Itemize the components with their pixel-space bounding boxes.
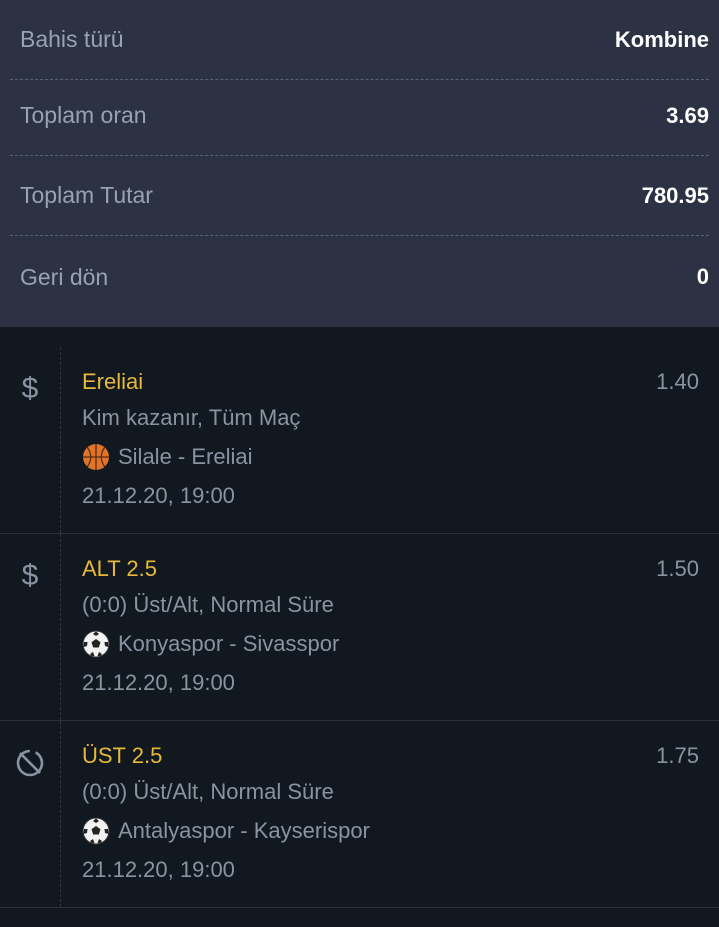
bet-type-row: Bahis türü Kombine (10, 0, 709, 80)
bet-status-column: $ (0, 347, 61, 533)
bet-match: Silale - Ereliai (82, 443, 253, 471)
football-icon (82, 817, 110, 845)
total-amount-value: 780.95 (641, 182, 709, 208)
dollar-icon: $ (21, 372, 39, 405)
total-amount-row: Toplam Tutar 780.95 (10, 156, 709, 236)
bet-date: 21.12.20, 19:00 (82, 857, 235, 882)
total-odds-row: Toplam oran 3.69 (10, 76, 709, 156)
bet-item[interactable]: $ Ereliai 1.40 Kim kazanır, Tüm Maç Sila… (0, 347, 719, 534)
bet-date: 21.12.20, 19:00 (82, 483, 235, 508)
bet-match-teams: Konyaspor - Sivasspor (118, 631, 340, 656)
bet-match-teams: Antalyaspor - Kayserispor (118, 818, 370, 843)
bet-odd: 1.50 (656, 556, 699, 581)
blocked-icon (16, 749, 44, 777)
return-row: Geri dön 0 (10, 237, 709, 317)
total-amount-label: Toplam Tutar (20, 182, 153, 208)
bet-match: Konyaspor - Sivasspor (82, 630, 339, 658)
bet-odd: 1.75 (656, 743, 699, 768)
return-value: 0 (696, 264, 709, 289)
bet-status-column: $ (0, 534, 61, 720)
bet-date: 21.12.20, 19:00 (82, 670, 235, 695)
total-odds-label: Toplam oran (20, 102, 147, 128)
bet-market: Kim kazanır, Tüm Maç (82, 405, 301, 430)
bet-status-column (0, 721, 61, 907)
bet-type-label: Bahis türü (20, 26, 124, 52)
bet-market: (0:0) Üst/Alt, Normal Süre (82, 779, 334, 804)
bet-match: Antalyaspor - Kayserispor (82, 817, 370, 845)
total-odds-value: 3.69 (666, 102, 709, 128)
bet-market: (0:0) Üst/Alt, Normal Süre (82, 592, 334, 617)
bet-type-value: Kombine (614, 26, 709, 52)
basketball-icon (83, 444, 109, 470)
bet-selection: ÜST 2.5 (82, 743, 163, 768)
bet-selection: Ereliai (82, 369, 144, 394)
dollar-icon: $ (21, 559, 39, 592)
bet-slip-details: Bahis türü Kombine Toplam oran 3.69 Topl… (0, 0, 719, 927)
bet-selection: ALT 2.5 (82, 556, 158, 581)
bet-item[interactable]: $ ALT 2.5 1.50 (0:0) Üst/Alt, Normal Sür… (0, 534, 719, 721)
return-label: Geri dön (20, 263, 109, 290)
bet-odd: 1.40 (656, 369, 699, 394)
bet-summary-panel: Bahis türü Kombine Toplam oran 3.69 Topl… (0, 0, 719, 327)
bet-match-teams: Silale - Ereliai (118, 444, 253, 469)
football-icon (82, 630, 110, 658)
bet-item[interactable]: ÜST 2.5 1.75 (0:0) Üst/Alt, Normal Süre … (0, 721, 719, 908)
